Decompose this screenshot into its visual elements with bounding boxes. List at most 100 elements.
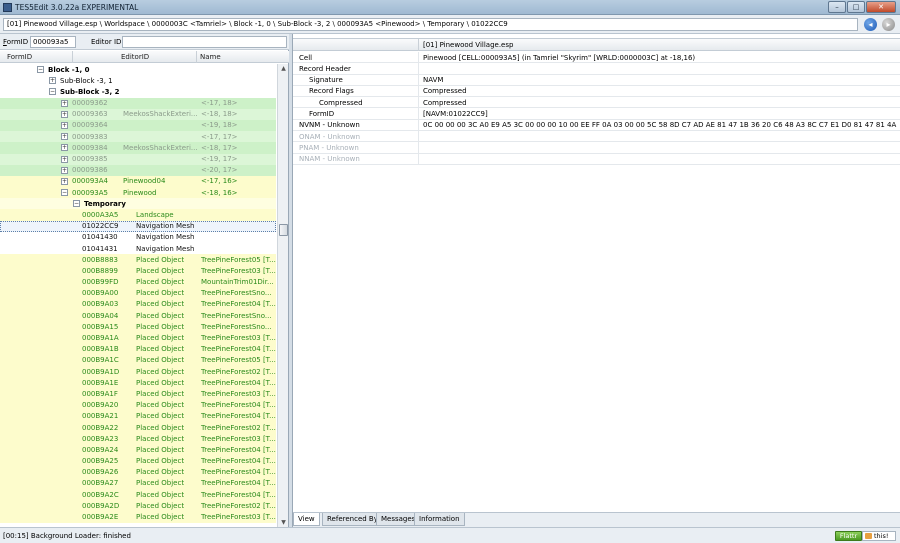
tree-row[interactable]: 000B9A26 Placed Object TreePineForest04 [T… bbox=[0, 466, 276, 478]
tree-row[interactable]: 000B9A04 Placed Object TreePineForestSno..… bbox=[0, 310, 276, 322]
tree-row[interactable]: 000B9A15 Placed Object TreePineForestSno..… bbox=[0, 321, 276, 333]
tree-row[interactable]: 01041430 Navigation Mesh bbox=[0, 232, 276, 243]
tree-row[interactable]: 000B9A23 Placed Object TreePineForest03 [T… bbox=[0, 433, 276, 445]
record-field-row[interactable]: NVNM - Unknown 0C 00 00 00 3C A0 E9 A5 3C… bbox=[293, 119, 900, 132]
row-name: <-19, 18> bbox=[201, 121, 238, 130]
tree-row[interactable]: 000B9A1E Placed Object TreePineForest04 [T… bbox=[0, 377, 276, 389]
tree-row[interactable]: 000B9A03 Placed Object TreePineForest04 [T… bbox=[0, 298, 276, 311]
tree-row[interactable]: 000B99FD Placed Object MountainTrim01Dir..… bbox=[0, 276, 276, 288]
flattr-this-button[interactable]: this! bbox=[862, 531, 896, 541]
collapse-icon[interactable]: − bbox=[73, 200, 80, 208]
tree-row[interactable]: +00009386 <-20, 17> bbox=[0, 164, 276, 176]
tree-row[interactable]: 000B9A27 Placed Object TreePineForest04 [T… bbox=[0, 477, 276, 490]
tree-row[interactable]: +00009385 <-19, 17> bbox=[0, 153, 276, 165]
row-name: TreePineForestSno... bbox=[201, 289, 272, 298]
expand-icon[interactable]: + bbox=[61, 99, 68, 107]
tree-row[interactable]: +00009383 <-17, 17> bbox=[0, 131, 276, 143]
expand-icon[interactable]: + bbox=[61, 144, 68, 152]
tree-row[interactable]: +00009363 MeekosShackExteri... <-18, 18> bbox=[0, 108, 276, 120]
tree-row[interactable]: 000B9A2E Placed Object TreePineForest03 [T… bbox=[0, 511, 276, 523]
tree-row[interactable]: −000093A5 Pinewood <-18, 16> bbox=[0, 187, 276, 199]
column-separator bbox=[418, 142, 419, 154]
collapse-icon[interactable]: − bbox=[49, 88, 56, 96]
tree-row[interactable]: 0000A3A5 Landscape bbox=[0, 209, 276, 221]
expand-icon[interactable]: + bbox=[49, 77, 56, 85]
minimize-button[interactable]: – bbox=[828, 1, 846, 13]
record-field-row[interactable]: FormID [NAVM:01022CC9] bbox=[293, 108, 900, 120]
tree-row[interactable]: +00009362 <-17, 18> bbox=[0, 97, 276, 109]
expand-icon[interactable]: + bbox=[61, 166, 68, 174]
tree-row[interactable]: +00009364 <-19, 18> bbox=[0, 119, 276, 132]
tree-row[interactable]: 000B8899 Placed Object TreePineForest03 [T… bbox=[0, 265, 276, 277]
row-name: TreePineForest04 [T... bbox=[201, 490, 276, 499]
tree-row[interactable]: − Sub-Block -3, 2 bbox=[0, 86, 276, 97]
record-field-row[interactable]: Compressed Compressed bbox=[293, 97, 900, 109]
formid-filter-input[interactable]: 000093a5 bbox=[30, 36, 76, 48]
row-editorid: Pinewood04 bbox=[123, 177, 166, 186]
tree-row[interactable]: − Temporary bbox=[0, 198, 276, 210]
tab-referenced-by[interactable]: Referenced By bbox=[322, 513, 383, 526]
tree-scrollbar[interactable]: ▲ ▼ bbox=[277, 64, 288, 527]
tree-row[interactable]: 000B9A1D Placed Object TreePineForest02 [T… bbox=[0, 366, 276, 378]
record-tree[interactable]: − Block -1, 0 + Sub-Block -3, 1− Sub-Block -… bbox=[0, 64, 276, 527]
plugin-column-title[interactable]: [01] Pinewood Village.esp bbox=[423, 41, 513, 49]
tree-row[interactable]: 000B9A1C Placed Object TreePineForest05 [T… bbox=[0, 354, 276, 367]
tree-row[interactable]: 000B9A22 Placed Object TreePineForest02 [T… bbox=[0, 422, 276, 434]
flattr-button[interactable]: Flattr bbox=[835, 531, 862, 541]
tree-row[interactable]: 000B9A2C Placed Object TreePineForest04 [T… bbox=[0, 489, 276, 501]
record-field-row[interactable]: ONAM - Unknown bbox=[293, 131, 900, 143]
expand-icon[interactable]: + bbox=[61, 155, 68, 163]
scroll-up-icon[interactable]: ▲ bbox=[279, 64, 288, 73]
row-editorid: Placed Object bbox=[136, 345, 185, 354]
tree-row[interactable]: +00009384 MeekosShackExteri... <-18, 17> bbox=[0, 142, 276, 154]
tree-row[interactable]: 000B9A2D Placed Object TreePineForest02 [T… bbox=[0, 500, 276, 512]
expand-icon[interactable]: + bbox=[61, 133, 68, 141]
column-formid[interactable]: FormID bbox=[7, 53, 32, 61]
tree-row[interactable]: 000B9A20 Placed Object TreePineForest04 [T… bbox=[0, 399, 276, 411]
tree-row[interactable]: 000B9A25 Placed Object TreePineForest04 [T… bbox=[0, 455, 276, 467]
row-formid: 000B9A1B bbox=[82, 345, 119, 354]
scroll-thumb[interactable] bbox=[279, 224, 288, 236]
tree-row[interactable]: + Sub-Block -3, 1 bbox=[0, 75, 276, 86]
collapse-icon[interactable]: − bbox=[37, 66, 44, 73]
record-field-row[interactable]: Record Flags Compressed bbox=[293, 85, 900, 98]
record-field-row[interactable]: Record Header bbox=[293, 63, 900, 75]
tree-row[interactable]: 000B9A1F Placed Object TreePineForest03 [T… bbox=[0, 388, 276, 400]
expand-icon[interactable]: + bbox=[61, 177, 68, 185]
tree-row[interactable]: − Block -1, 0 bbox=[0, 64, 276, 75]
column-editorid[interactable]: EditorID bbox=[121, 53, 149, 61]
record-field-row[interactable]: PNAM - Unknown bbox=[293, 142, 900, 154]
tree-row[interactable]: 000B9A1B Placed Object TreePineForest04 [T… bbox=[0, 343, 276, 355]
tree-row[interactable]: 000B9A21 Placed Object TreePineForest04 [T… bbox=[0, 410, 276, 422]
tree-row[interactable]: 000B9A24 Placed Object TreePineForest04 [T… bbox=[0, 444, 276, 456]
tab-information[interactable]: Information bbox=[414, 513, 465, 526]
close-button[interactable]: ✕ bbox=[866, 1, 896, 13]
expand-icon[interactable]: + bbox=[61, 110, 68, 118]
collapse-icon[interactable]: − bbox=[61, 189, 68, 197]
record-field-row[interactable]: Signature NAVM bbox=[293, 74, 900, 86]
record-field-row[interactable]: NNAM - Unknown bbox=[293, 153, 900, 165]
tree-row[interactable]: 01022CC9 Navigation Mesh bbox=[0, 220, 276, 232]
maximize-button[interactable]: □ bbox=[847, 1, 865, 13]
tree-row[interactable]: 000B9A00 Placed Object TreePineForestSno..… bbox=[0, 287, 276, 299]
tree-row[interactable]: +000093A4 Pinewood04 <-17, 16> bbox=[0, 175, 276, 188]
row-formid: 000B9A22 bbox=[82, 423, 119, 432]
editorid-filter-input[interactable] bbox=[122, 36, 287, 48]
scroll-down-icon[interactable]: ▼ bbox=[279, 518, 288, 527]
row-editorid: Placed Object bbox=[136, 457, 185, 466]
back-arrow-icon[interactable]: ◂ bbox=[864, 18, 877, 31]
column-name[interactable]: Name bbox=[200, 53, 221, 61]
record-path-field[interactable]: [01] Pinewood Village.esp \ Worldspace \… bbox=[3, 18, 858, 31]
tree-row[interactable]: 000B9A1A Placed Object TreePineForest03 [T… bbox=[0, 332, 276, 344]
tree-row[interactable]: 000B8883 Placed Object TreePineForest05 [T… bbox=[0, 254, 276, 266]
row-formid: 000B9A03 bbox=[82, 300, 119, 309]
expand-icon[interactable]: + bbox=[61, 121, 68, 129]
record-field-row[interactable]: Cell Pinewood [CELL:000093A5] (in Tamriel… bbox=[293, 52, 900, 64]
row-name: TreePineForest03 [T... bbox=[201, 266, 276, 275]
tab-view[interactable]: View bbox=[293, 513, 320, 526]
forward-arrow-icon[interactable]: ▸ bbox=[882, 18, 895, 31]
row-name: TreePineForest04 [T... bbox=[201, 457, 276, 466]
row-editorid: Navigation Mesh bbox=[136, 244, 195, 253]
row-editorid: Placed Object bbox=[136, 322, 185, 331]
tree-row[interactable]: 01041431 Navigation Mesh bbox=[0, 243, 276, 254]
